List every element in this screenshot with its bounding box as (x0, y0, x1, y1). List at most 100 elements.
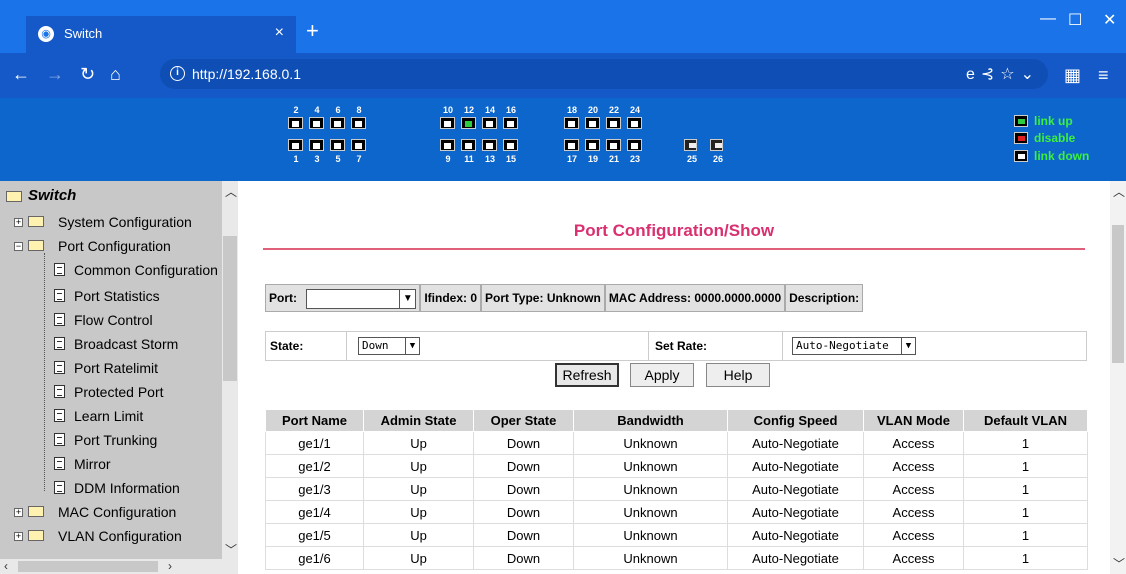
tree-root-switch[interactable]: Switch (28, 187, 76, 204)
omnibox-icons[interactable]: e⊰☆⌄ (966, 64, 1040, 84)
port-13-icon[interactable] (482, 139, 497, 151)
port-10-icon[interactable] (440, 117, 455, 129)
collapse-icon[interactable]: − (14, 242, 23, 251)
apply-button[interactable]: Apply (630, 363, 694, 387)
scroll-up-icon[interactable]: ︿ (1113, 183, 1125, 200)
table-row[interactable]: ge1/4 Up Down Unknown Auto-Negotiate Access 1 (265, 500, 1088, 524)
sidebar-item-port-configuration[interactable]: − Port Configuration (0, 235, 222, 257)
port-21-icon[interactable] (606, 139, 621, 151)
port-17-icon[interactable] (564, 139, 579, 151)
table-cell: Up (363, 546, 474, 570)
port-14-icon[interactable] (482, 117, 497, 129)
port-19-icon[interactable] (585, 139, 600, 151)
port-4-icon[interactable] (309, 117, 324, 129)
browser-tab[interactable]: ◉ Switch × (26, 16, 296, 53)
sidebar-item-mirror[interactable]: Mirror (0, 453, 222, 475)
port-15-icon[interactable] (503, 139, 518, 151)
main-vertical-scrollbar[interactable]: ︿ ﹀ (1110, 181, 1126, 574)
port-18-icon[interactable] (564, 117, 579, 129)
document-icon (54, 337, 65, 350)
port-26-icon[interactable] (710, 139, 723, 151)
port-25-icon[interactable] (684, 139, 697, 151)
sidebar-item-mac-configuration[interactable]: + MAC Configuration (0, 501, 222, 523)
sidebar-item-flow-control[interactable]: Flow Control (0, 309, 222, 331)
sidebar-item-ddm-information[interactable]: DDM Information (0, 477, 222, 499)
port-7-icon[interactable] (351, 139, 366, 151)
scroll-down-icon[interactable]: ﹀ (1113, 555, 1125, 572)
sidebar-item-system-configuration[interactable]: + System Configuration (0, 211, 222, 233)
minimize-icon[interactable]: — (1040, 10, 1056, 28)
scroll-down-icon[interactable]: ﹀ (225, 541, 237, 558)
sidebar-item-common-configuration[interactable]: Common Configuration (0, 259, 222, 281)
port-9-icon[interactable] (440, 139, 455, 151)
sidebar-item-learn-limit[interactable]: Learn Limit (0, 405, 222, 427)
sidebar-scroll-thumb[interactable] (223, 236, 237, 381)
port-6-icon[interactable] (330, 117, 345, 129)
maximize-icon[interactable]: ☐ (1068, 10, 1082, 30)
tab-close-icon[interactable]: × (275, 24, 284, 42)
menu-icon[interactable]: ≡ (1098, 65, 1109, 86)
table-row[interactable]: ge1/3 Up Down Unknown Auto-Negotiate Access 1 (265, 477, 1088, 501)
reload-icon[interactable]: ↻ (80, 64, 95, 84)
port-2-icon[interactable] (288, 117, 303, 129)
state-select[interactable]: Down ▼ (358, 337, 420, 355)
rate-select-value: Auto-Negotiate (796, 339, 889, 352)
port-12-icon[interactable] (461, 117, 476, 129)
table-row[interactable]: ge1/6 Up Down Unknown Auto-Negotiate Access 1 (265, 546, 1088, 570)
sidebar-item-label: Port Trunking (74, 432, 158, 448)
port-number-label: 1 (293, 154, 299, 164)
info-icon[interactable]: i (170, 66, 185, 81)
table-cell: Auto-Negotiate (727, 523, 864, 547)
sidebar-horizontal-scrollbar[interactable]: ‹ › (0, 559, 238, 574)
help-button[interactable]: Help (706, 363, 770, 387)
sidebar-item-port-trunking[interactable]: Port Trunking (0, 429, 222, 451)
forward-icon[interactable]: → (46, 64, 64, 84)
expand-icon[interactable]: + (14, 508, 23, 517)
scroll-up-icon[interactable]: ︿ (225, 183, 237, 200)
expand-icon[interactable]: + (14, 532, 23, 541)
column-header: Config Speed (727, 409, 864, 432)
scroll-right-icon[interactable]: › (168, 559, 172, 573)
port-23-icon[interactable] (627, 139, 642, 151)
sidebar-hscroll-thumb[interactable] (18, 561, 158, 572)
sidebar-item-port-statistics[interactable]: Port Statistics (0, 285, 222, 307)
port-16-icon[interactable] (503, 117, 518, 129)
table-cell: ge1/6 (265, 546, 364, 570)
chevron-down-icon[interactable]: ▼ (405, 338, 419, 354)
link-down-legend-icon (1014, 150, 1028, 162)
port-20-icon[interactable] (585, 117, 600, 129)
close-icon[interactable]: ✕ (1103, 10, 1116, 30)
main-scroll-thumb[interactable] (1112, 225, 1124, 363)
expand-icon[interactable]: + (14, 218, 23, 227)
table-row[interactable]: ge1/5 Up Down Unknown Auto-Negotiate Access 1 (265, 523, 1088, 547)
chevron-down-icon[interactable]: ▼ (901, 338, 915, 354)
url-input[interactable]: i http://192.168.0.1 e⊰☆⌄ (160, 59, 1048, 89)
home-icon[interactable]: ⌂ (110, 64, 121, 84)
port-22-icon[interactable] (606, 117, 621, 129)
scroll-left-icon[interactable]: ‹ (4, 559, 8, 573)
port-11-icon[interactable] (461, 139, 476, 151)
port-24-icon[interactable] (627, 117, 642, 129)
sidebar-item-port-ratelimit[interactable]: Port Ratelimit (0, 357, 222, 379)
port-number-label: 24 (629, 105, 640, 115)
sidebar-item-vlan-configuration[interactable]: + VLAN Configuration (0, 525, 222, 547)
port-1-icon[interactable] (288, 139, 303, 151)
refresh-button[interactable]: Refresh (555, 363, 619, 387)
port-select[interactable]: ▼ (306, 288, 417, 309)
sidebar-item-broadcast-storm[interactable]: Broadcast Storm (0, 333, 222, 355)
new-tab-button[interactable]: + (306, 20, 319, 42)
back-icon[interactable]: ← (12, 64, 30, 84)
table-row[interactable]: ge1/2 Up Down Unknown Auto-Negotiate Access 1 (265, 454, 1088, 478)
port-8-icon[interactable] (351, 117, 366, 129)
port-5-icon[interactable] (330, 139, 345, 151)
table-row[interactable]: ge1/1 Up Down Unknown Auto-Negotiate Access 1 (265, 431, 1088, 455)
sidebar-vertical-scrollbar[interactable]: ︿ ﹀ (222, 181, 238, 559)
table-cell: Up (363, 500, 474, 524)
legend-link-down: link down (1034, 149, 1090, 163)
extensions-icon[interactable]: ▦ (1064, 65, 1081, 86)
port-3-icon[interactable] (309, 139, 324, 151)
rate-select[interactable]: Auto-Negotiate ▼ (792, 337, 916, 355)
sidebar-item-protected-port[interactable]: Protected Port (0, 381, 222, 403)
port-number-label: 10 (442, 105, 453, 115)
chevron-down-icon[interactable]: ▼ (399, 289, 415, 308)
